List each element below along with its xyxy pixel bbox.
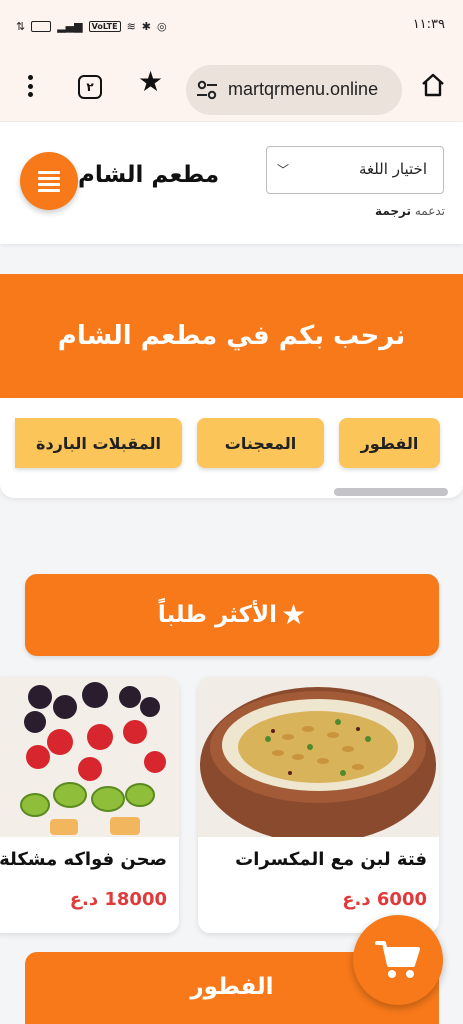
product-image-fruit-plate — [0, 677, 179, 837]
most-requested-title: الأكثر طلباً — [157, 602, 278, 628]
volte-badge: VoLTE — [88, 21, 121, 32]
product-card[interactable]: فتة لبن مع المكسرات 6000 د.ع — [198, 677, 439, 933]
language-select[interactable]: ﹀ اختيار اللغة — [266, 146, 444, 194]
bookmark-star-icon[interactable]: ★ — [138, 68, 163, 96]
category-breakfast[interactable]: الفطور — [339, 418, 440, 468]
category-scrollbar[interactable] — [334, 488, 448, 496]
hero-title: نرحب بكم في مطعم الشام — [57, 321, 406, 351]
bluetooth-icon: ✱ — [141, 20, 151, 33]
category-cold-appetizers[interactable]: المقبلات الباردة — [15, 418, 182, 468]
clock: ١١:٣٩ — [412, 17, 445, 32]
powered-by-prefix: تدعمه — [414, 204, 445, 218]
battery-saver-icon — [31, 21, 52, 32]
section-title: الفطور — [190, 974, 274, 1000]
category-pastries[interactable]: المعجنات — [197, 418, 324, 468]
home-icon[interactable] — [420, 72, 446, 98]
chevron-down-icon: ﹀ — [277, 163, 290, 177]
restaurant-name: مطعم الشام — [78, 162, 220, 188]
alarm-icon: ◎ — [157, 20, 167, 33]
cart-button[interactable] — [353, 915, 443, 1005]
data-arrows-icon: ⇅ — [16, 20, 26, 33]
site-header: مطعم الشام ﹀ اختيار اللغة تدعمه ترجمة — [0, 122, 463, 244]
more-options-icon[interactable] — [20, 72, 40, 100]
product-card[interactable]: صحن فواكه مشكلة 18000 د.ع — [0, 677, 179, 933]
product-price: 18000 د.ع — [69, 889, 167, 910]
menu-icon — [38, 170, 60, 174]
hero-banner: نرحب بكم في مطعم الشام — [0, 274, 463, 398]
product-image-fatteh — [198, 677, 439, 837]
product-name: فتة لبن مع المكسرات — [235, 849, 427, 870]
browser-toolbar: ٢ ★ martqrmenu.online — [0, 58, 463, 122]
powered-by: تدعمه ترجمة — [375, 204, 445, 218]
star-icon: ★ — [281, 598, 307, 631]
wifi-icon: ≋ — [126, 20, 136, 33]
most-requested-header: الأكثر طلباً ★ — [25, 574, 439, 656]
address-bar[interactable]: martqrmenu.online — [186, 65, 402, 115]
signal-icon: ▂▄▆ — [57, 20, 83, 33]
category-bar: الفطور المعجنات المقبلات الباردة — [0, 398, 463, 498]
cart-icon — [375, 941, 420, 978]
tabs-button[interactable]: ٢ — [78, 75, 102, 99]
powered-by-name[interactable]: ترجمة — [375, 204, 411, 218]
product-name: صحن فواكه مشكلة — [0, 849, 167, 870]
language-select-label: اختيار اللغة — [358, 160, 427, 178]
hamburger-menu-button[interactable] — [20, 152, 78, 210]
status-bar: ⇅ ▂▄▆ VoLTE ≋ ✱ ◎ ١١:٣٩ — [0, 0, 463, 58]
product-price: 6000 د.ع — [342, 889, 427, 910]
site-settings-icon[interactable] — [196, 80, 218, 100]
url-text: martqrmenu.online — [228, 79, 379, 99]
status-icons: ⇅ ▂▄▆ VoLTE ≋ ✱ ◎ — [16, 20, 167, 33]
